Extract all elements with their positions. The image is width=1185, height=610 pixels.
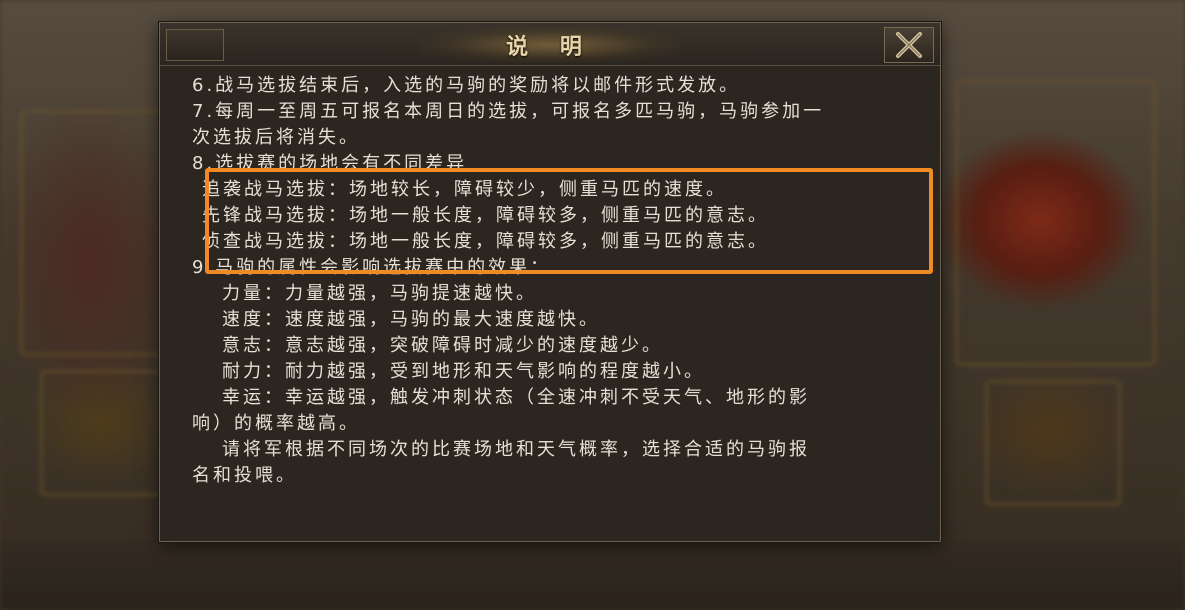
instructions-dialog: 说 明 6.战马选拔结束后，入选的马驹的奖励将以邮件形式发放。 7.每周一至周五… [159,22,941,542]
rule-line-7: 7.每周一至周五可报名本周日的选拔，可报名多匹马驹，马驹参加一 [192,101,825,122]
advice-line-cont: 名和投喂。 [192,465,297,486]
dialog-title-bar: 说 明 [160,23,940,66]
attr-strength: 力量：力量越强，马驹提速越快。 [222,283,537,304]
attr-luck: 幸运：幸运越强，触发冲刺状态（全速冲刺不受天气、地形的影 [222,387,810,408]
rule-line-6: 6.战马选拔结束后，入选的马驹的奖励将以邮件形式发放。 [192,75,741,96]
attr-speed: 速度：速度越强，马驹的最大速度越快。 [222,309,600,330]
close-button[interactable] [884,27,934,63]
advice-line: 请将军根据不同场次的比赛场地和天气概率，选择合适的马驹报 [222,439,810,460]
attr-stamina: 耐力：耐力越强，受到地形和天气影响的程度越小。 [222,361,705,382]
attr-will: 意志：意志越强，突破障碍时减少的速度越少。 [222,335,663,356]
rule-line-7-cont: 次选拔后将消失。 [192,127,360,148]
dialog-title: 说 明 [506,35,594,60]
attr-luck-cont: 响）的概率越高。 [192,413,360,434]
close-x-icon [896,32,922,58]
highlight-annotation-box [205,168,933,274]
dialog-content: 6.战马选拔结束后，入选的马驹的奖励将以邮件形式发放。 7.每周一至周五可报名本… [192,73,912,489]
